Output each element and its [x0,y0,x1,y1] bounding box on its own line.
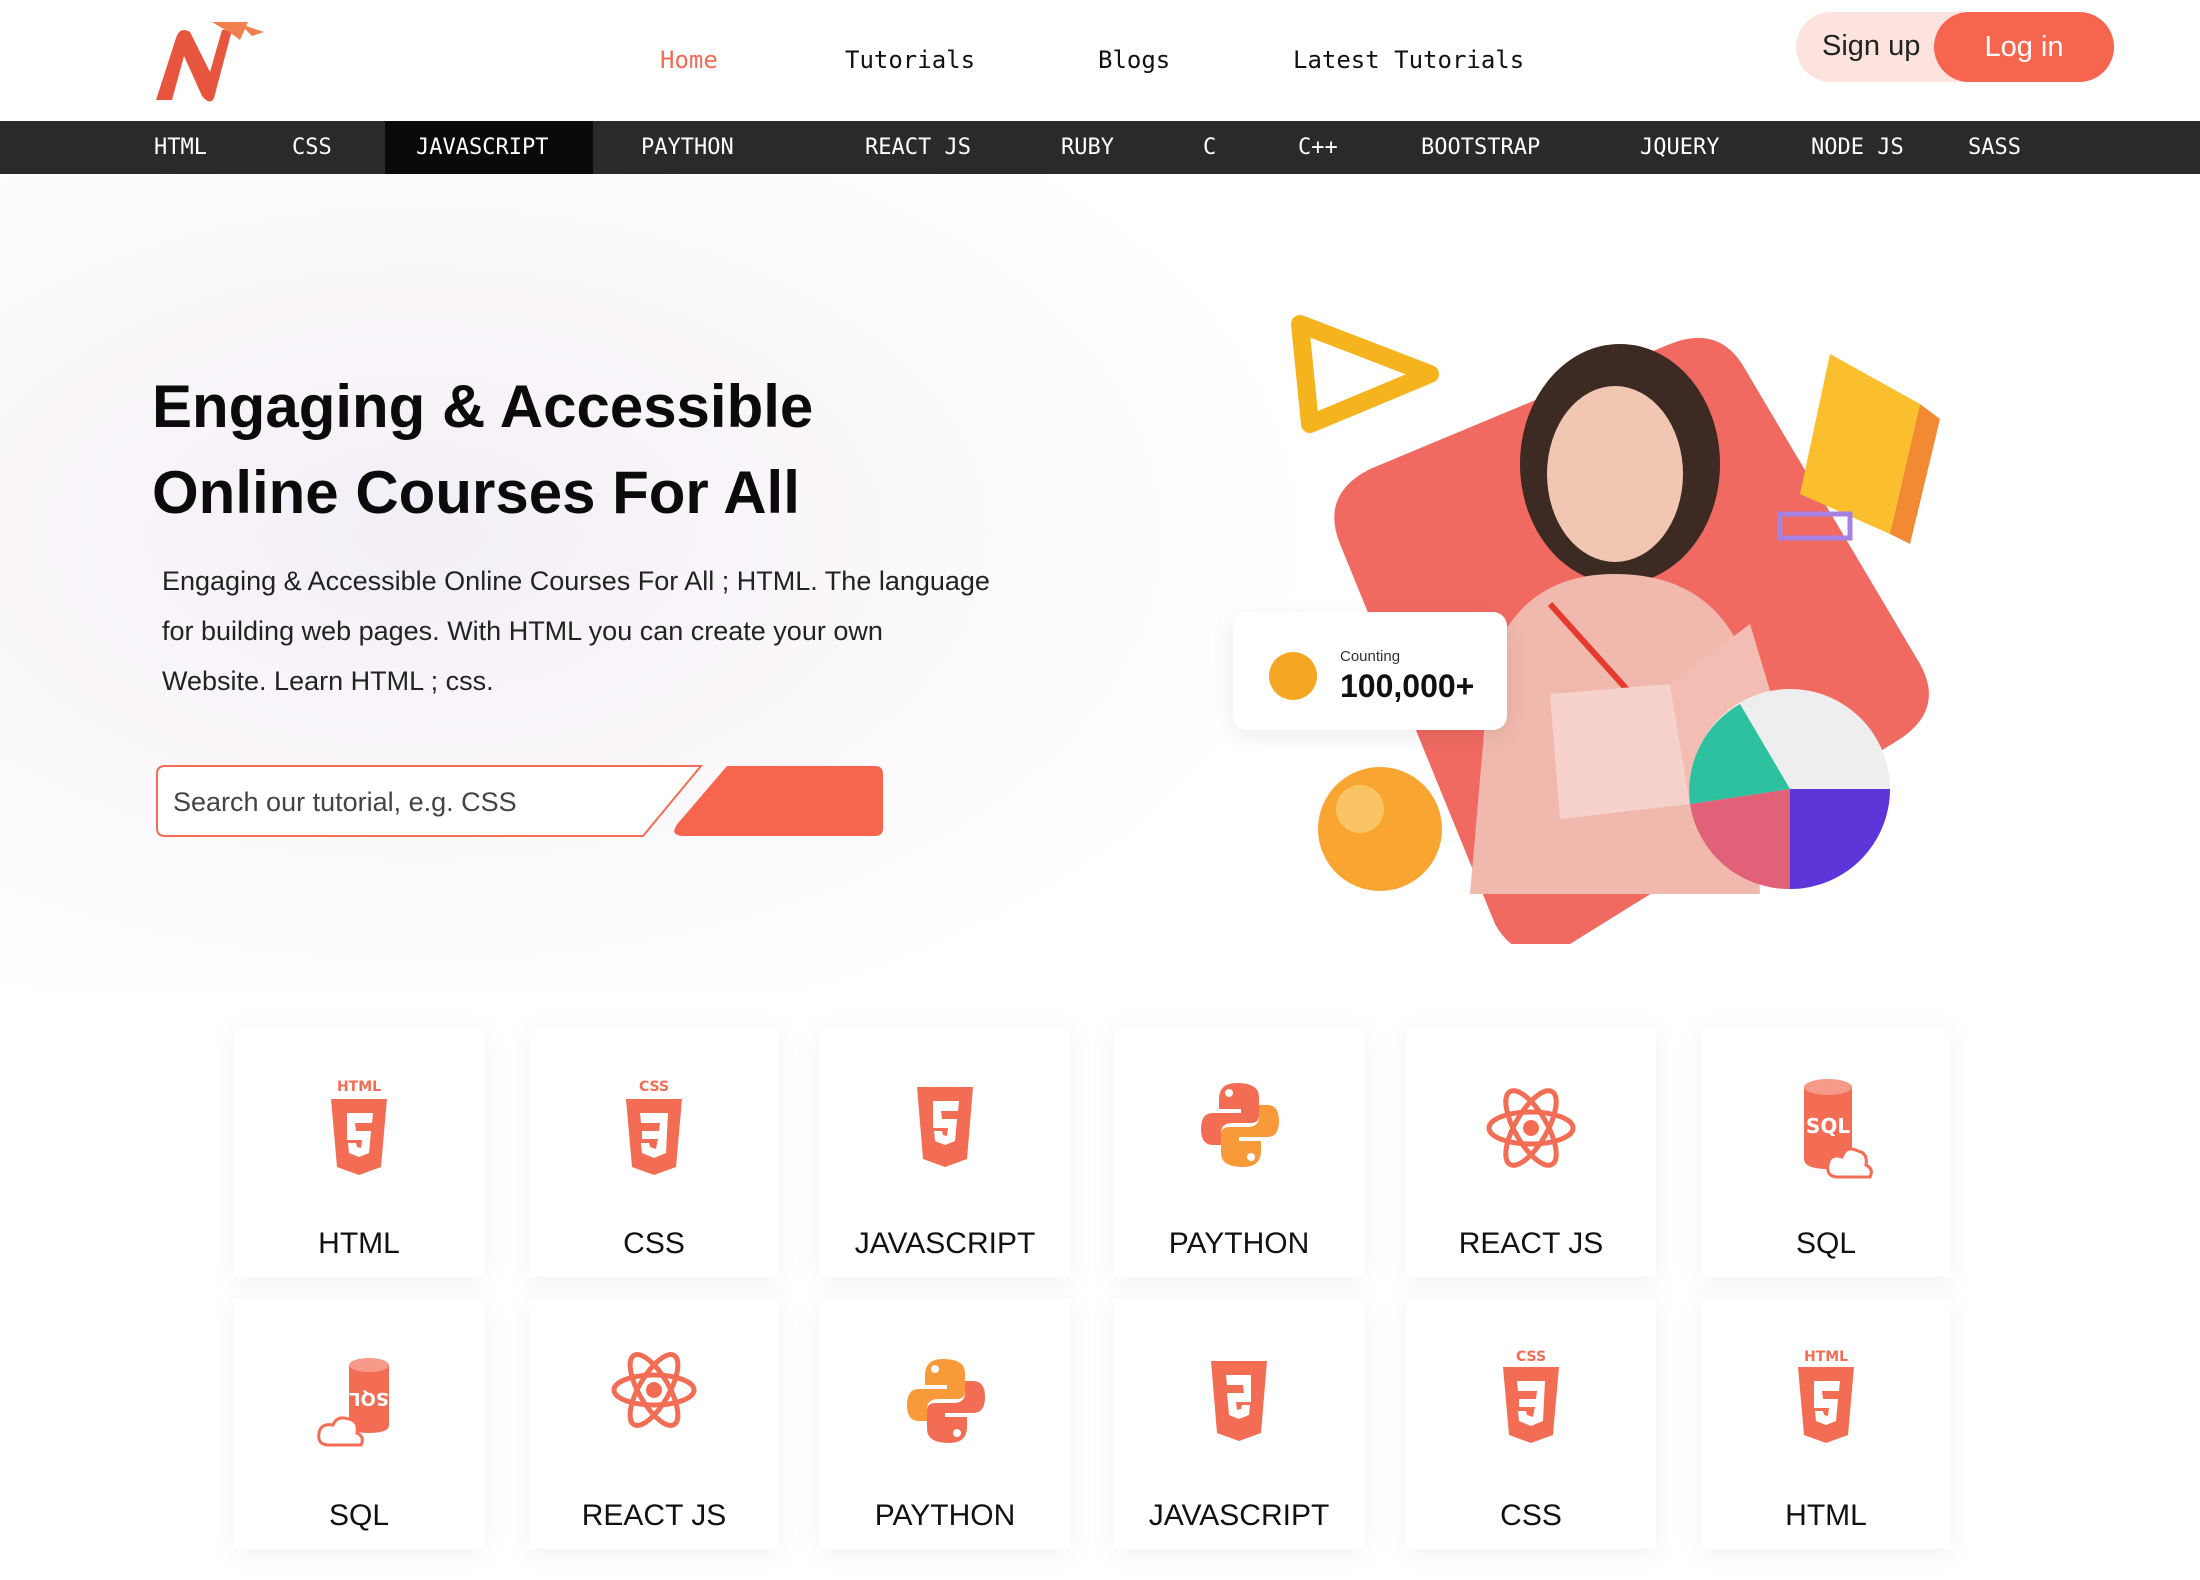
hero-description-line-1: Engaging & Accessible Online Courses For… [162,566,990,596]
hero-description-line-2: for building web pages. With HTML you ca… [162,616,883,646]
medal-icon [1269,652,1317,700]
html5-icon: HTML [1798,1349,1854,1443]
course-card-sql[interactable]: SQL SQL [1701,1027,1951,1277]
lang-ruby[interactable]: RUBY [1061,121,1114,174]
nav-home[interactable]: Home [660,46,718,74]
sql-database-icon: SQL [317,1358,389,1447]
course-label: PAYTHON [1168,1227,1310,1260]
nav-tutorials[interactable]: Tutorials [845,46,975,74]
course-grid: HTML HTML CSS CSS JAVASCRIPT PAYTHON REA… [0,1000,2200,1580]
course-card-python[interactable]: PAYTHON [820,1299,1070,1549]
hero-section: Engaging & Accessible Online Courses For… [0,174,2200,994]
svg-text:SQL: SQL [349,1388,389,1409]
course-label: JAVASCRIPT [1148,1499,1330,1532]
css3-icon: CSS [626,1079,682,1175]
login-button[interactable]: Log in [1934,12,2114,82]
lang-cpp[interactable]: C++ [1298,121,1338,174]
svg-text:HTML: HTML [337,1079,381,1095]
course-label: CSS [623,1227,685,1260]
hero-description: Engaging & Accessible Online Courses For… [162,556,1022,706]
nav-blogs[interactable]: Blogs [1098,46,1170,74]
course-label: HTML [318,1227,400,1260]
lang-bootstrap[interactable]: BOOTSTRAP [1421,121,1540,174]
course-label: PAYTHON [874,1499,1016,1532]
course-card-html[interactable]: HTML HTML [1701,1299,1951,1549]
lang-c[interactable]: C [1203,121,1216,174]
hero-illustration [1291,315,1940,944]
html5-icon: HTML [331,1079,387,1175]
hero-title-line-2: Online Courses For All [152,459,800,526]
course-card-javascript[interactable]: JAVASCRIPT [820,1027,1070,1277]
lang-node-js[interactable]: NODE JS [1811,121,1904,174]
javascript-icon [1211,1361,1267,1441]
hero-title-line-1: Engaging & Accessible [152,373,814,440]
svg-text:CSS: CSS [639,1079,669,1095]
hero-description-line-3: Website. Learn HTML ; css. [162,666,494,696]
lang-python[interactable]: PAYTHON [641,121,734,174]
course-label: REACT JS [581,1499,727,1532]
nav-latest-tutorials[interactable]: Latest Tutorials [1293,46,1524,74]
learner-counter-card: Counting 100,000+ [1233,612,1507,730]
python-icon [1201,1083,1279,1167]
course-label: REACT JS [1458,1227,1604,1260]
python-icon [907,1359,985,1443]
sql-database-icon: SQL [1804,1079,1873,1179]
svg-text:HTML: HTML [1804,1349,1848,1365]
hero-title: Engaging & Accessible Online Courses For… [152,364,1052,536]
course-card-css[interactable]: CSS CSS [529,1027,779,1277]
course-card-html[interactable]: HTML HTML [234,1027,484,1277]
course-label: SQL [1795,1227,1857,1260]
course-card-react[interactable]: REACT JS [1406,1027,1656,1277]
lang-css[interactable]: CSS [292,121,332,174]
svg-text:CSS: CSS [1516,1349,1546,1365]
lang-react-js[interactable]: REACT JS [865,121,971,174]
language-bar: HTML CSS JAVASCRIPT PAYTHON REACT JS RUB… [0,121,2200,174]
counter-label: Counting [1340,648,1401,665]
react-icon [1486,1088,1576,1168]
auth-group: Sign up Log in [1796,12,2114,82]
signup-button[interactable]: Sign up [1822,30,1920,63]
lang-jquery[interactable]: JQUERY [1640,121,1719,174]
svg-text:SQL: SQL [1806,1114,1850,1138]
search-form [155,764,885,840]
react-icon [611,1352,697,1428]
css3-icon: CSS [1503,1349,1559,1443]
lang-sass[interactable]: SASS [1968,121,2021,174]
course-card-python[interactable]: PAYTHON [1114,1027,1364,1277]
counter-value: 100,000+ [1340,668,1475,704]
course-card-css[interactable]: CSS CSS [1406,1299,1656,1549]
site-header: Home Tutorials Blogs Latest Tutorials Si… [0,0,2200,121]
course-label: SQL [328,1499,390,1532]
course-label: HTML [1785,1499,1867,1532]
search-button[interactable] [675,768,885,840]
course-card-javascript[interactable]: JAVASCRIPT [1114,1299,1364,1549]
lang-html[interactable]: HTML [154,121,207,174]
course-label: CSS [1500,1499,1562,1532]
course-card-react[interactable]: REACT JS [529,1299,779,1549]
javascript-icon [917,1087,973,1167]
lang-javascript[interactable]: JAVASCRIPT [416,121,548,174]
course-card-sql[interactable]: SQL SQL [234,1299,484,1549]
course-label: JAVASCRIPT [854,1227,1036,1260]
